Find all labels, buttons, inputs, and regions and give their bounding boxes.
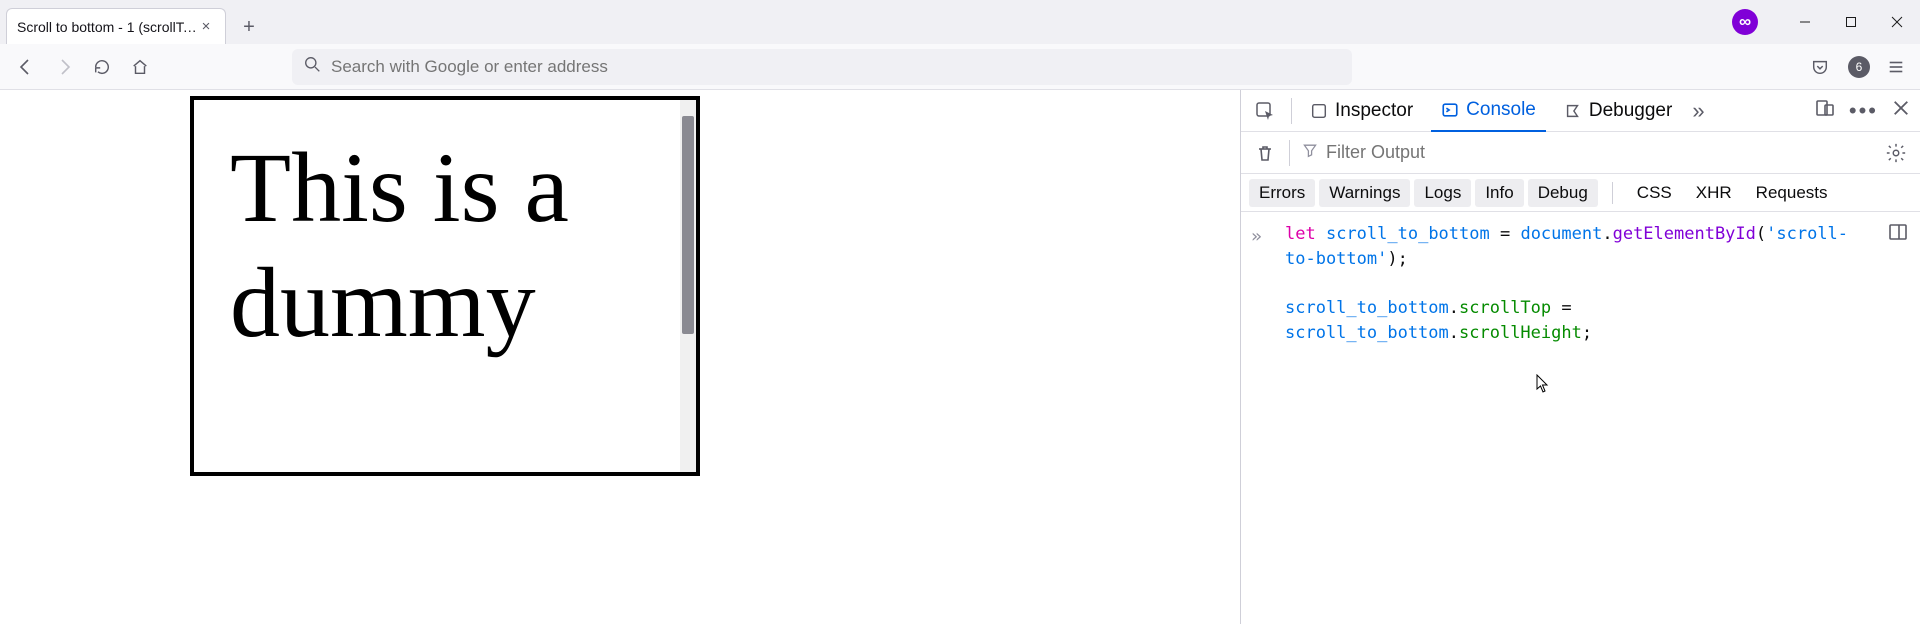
tab-debugger-label: Debugger	[1589, 100, 1672, 122]
notification-badge[interactable]: 6	[1848, 56, 1870, 78]
address-input[interactable]	[331, 57, 1340, 77]
devtools-tabbar: Inspector Console Debugger » •••	[1241, 90, 1920, 132]
maximize-button[interactable]	[1828, 7, 1874, 37]
back-button[interactable]	[10, 51, 42, 83]
cat-separator	[1612, 182, 1613, 204]
console-filter-bar	[1241, 132, 1920, 174]
console-output[interactable]: » let scroll_to_bottom = document.getEle…	[1241, 212, 1920, 624]
cat-errors[interactable]: Errors	[1249, 179, 1315, 207]
pocket-icon[interactable]	[1804, 51, 1836, 83]
tab-debugger[interactable]: Debugger	[1554, 90, 1682, 132]
filter-output-input[interactable]	[1326, 142, 1872, 163]
search-icon	[304, 56, 321, 78]
close-window-button[interactable]	[1874, 7, 1920, 37]
filter-output-field[interactable]	[1302, 142, 1872, 163]
devtools-meatball-icon[interactable]: •••	[1849, 98, 1878, 124]
editor-mode-toggle-icon[interactable]	[1888, 222, 1908, 250]
tab-inspector-label: Inspector	[1335, 100, 1413, 122]
console-code[interactable]: let scroll_to_bottom = document.getEleme…	[1285, 222, 1865, 345]
responsive-design-icon[interactable]	[1815, 98, 1835, 124]
toolbar-right: 6	[1804, 51, 1910, 83]
main-area: This is a dummy Inspector Console Debugg	[0, 90, 1920, 624]
extension-badge-icon[interactable]: ∞	[1732, 9, 1758, 35]
page-content: This is a dummy	[0, 90, 1240, 624]
funnel-icon	[1302, 142, 1318, 163]
clear-console-icon[interactable]	[1253, 141, 1277, 165]
minimize-button[interactable]	[1782, 7, 1828, 37]
browser-tab[interactable]: Scroll to bottom - 1 (scrollTop and ×	[6, 8, 226, 44]
devtools-panel: Inspector Console Debugger » •••	[1240, 90, 1920, 624]
tab-console[interactable]: Console	[1431, 90, 1546, 132]
close-tab-icon[interactable]: ×	[197, 18, 215, 36]
element-picker-icon[interactable]	[1251, 97, 1279, 125]
tabs-overflow-icon[interactable]: »	[1692, 98, 1704, 124]
console-category-bar: Errors Warnings Logs Info Debug CSS XHR …	[1241, 174, 1920, 212]
new-tab-button[interactable]: +	[232, 10, 266, 44]
cat-warnings[interactable]: Warnings	[1319, 179, 1410, 207]
scroll-to-bottom-box[interactable]: This is a dummy	[190, 96, 700, 476]
tab-strip: Scroll to bottom - 1 (scrollTop and × + …	[0, 0, 1920, 44]
tab-console-label: Console	[1466, 99, 1536, 121]
scrollbox-text: This is a dummy	[194, 100, 680, 472]
scrollbar-thumb[interactable]	[682, 116, 694, 334]
console-settings-icon[interactable]	[1884, 141, 1908, 165]
cat-info[interactable]: Info	[1475, 179, 1523, 207]
cat-xhr[interactable]: XHR	[1686, 179, 1742, 207]
app-menu-button[interactable]	[1882, 53, 1910, 81]
tab-inspector[interactable]: Inspector	[1300, 90, 1423, 132]
cat-requests[interactable]: Requests	[1746, 179, 1838, 207]
cat-logs[interactable]: Logs	[1414, 179, 1471, 207]
forward-button[interactable]	[48, 51, 80, 83]
scrollbar-track[interactable]	[680, 100, 696, 472]
reload-button[interactable]	[86, 51, 118, 83]
address-bar[interactable]	[292, 49, 1352, 85]
devtools-right-controls: •••	[1815, 98, 1910, 124]
tab-title: Scroll to bottom - 1 (scrollTop and	[17, 19, 197, 35]
devtools-close-icon[interactable]	[1892, 99, 1910, 123]
home-button[interactable]	[124, 51, 156, 83]
navigation-toolbar: 6	[0, 44, 1920, 90]
window-controls: ∞	[1732, 0, 1920, 44]
cat-css[interactable]: CSS	[1627, 179, 1682, 207]
console-input-chevron-icon: »	[1251, 224, 1262, 250]
cat-debug[interactable]: Debug	[1528, 179, 1598, 207]
